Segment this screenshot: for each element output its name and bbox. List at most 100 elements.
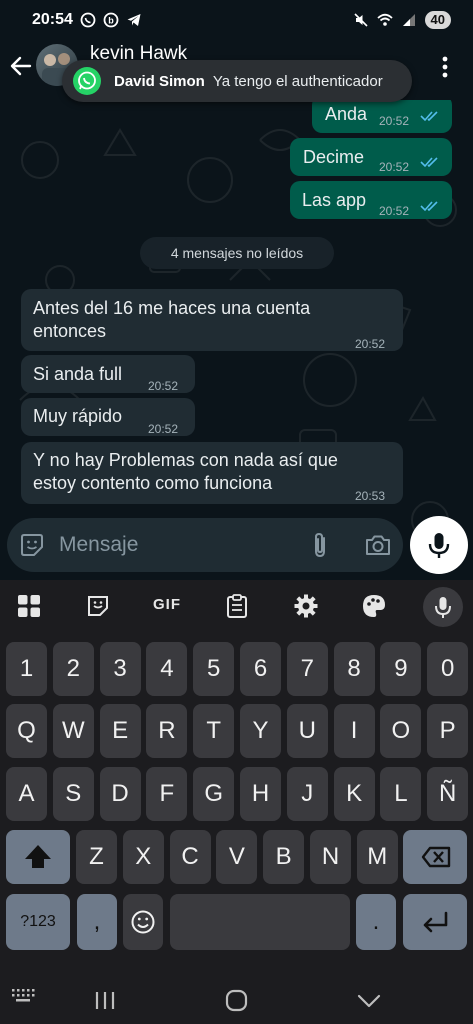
message-time: 20:52 [148, 422, 179, 436]
letter-key[interactable]: K [333, 767, 375, 821]
letter-key[interactable]: T [193, 704, 235, 758]
letter-key[interactable]: U [286, 704, 328, 758]
clipboard-icon[interactable] [224, 593, 250, 619]
number-key[interactable]: 0 [427, 642, 469, 696]
chat-area[interactable]: Anda 20:52 Decime 20:52 Las app 20:52 4 … [0, 100, 473, 580]
b-app-notification-icon: b [103, 12, 119, 28]
letter-key[interactable]: W [52, 704, 94, 758]
keyboard-voice-input-button[interactable] [423, 587, 463, 627]
gif-button[interactable]: GIF [153, 596, 181, 613]
outgoing-message[interactable]: Las app 20:52 [290, 181, 452, 219]
theme-palette-icon[interactable] [361, 593, 387, 619]
enter-arrow-icon [423, 911, 448, 933]
camera-icon[interactable] [364, 532, 392, 558]
number-key[interactable]: 3 [99, 642, 141, 696]
letter-key[interactable]: F [146, 767, 188, 821]
message-text: Decime [303, 147, 365, 167]
home-icon[interactable] [224, 988, 250, 1014]
period-key[interactable]: . [356, 894, 396, 950]
incoming-message[interactable]: Si anda full 20:52 [21, 355, 195, 393]
battery-level: 40 [424, 11, 451, 29]
number-key[interactable]: 4 [146, 642, 188, 696]
message-time: 20:52 [355, 337, 386, 351]
svg-text:b: b [108, 16, 114, 26]
message-text: Muy rápido [33, 406, 123, 426]
on-screen-keyboard: GIF 1234567890 QWERTYUIOP ASDFGHJKLÑ ZXC… [0, 580, 473, 978]
notification-toast[interactable]: David Simon Ya tengo el authenticador [62, 60, 412, 102]
letter-key[interactable]: S [52, 767, 94, 821]
more-options-icon[interactable] [436, 54, 454, 80]
letter-key[interactable]: R [146, 704, 188, 758]
message-text-line1: Antes del 16 me haces una cuenta [33, 298, 311, 318]
back-chevron-icon[interactable] [356, 988, 382, 1014]
letter-key[interactable]: O [380, 704, 422, 758]
toast-sender: David Simon [114, 72, 205, 90]
message-text: Las app [302, 190, 367, 210]
message-time: 20:52 [148, 379, 179, 393]
number-key[interactable]: 9 [380, 642, 422, 696]
letter-key[interactable]: P [427, 704, 469, 758]
letter-key[interactable]: V [216, 830, 258, 884]
letter-key[interactable]: Q [6, 704, 47, 758]
signal-icon [402, 14, 415, 26]
letter-key[interactable]: X [122, 830, 164, 884]
attach-clip-icon[interactable] [309, 531, 331, 559]
letter-key[interactable]: Ñ [427, 767, 469, 821]
letter-key[interactable]: Z [76, 830, 117, 884]
number-key[interactable]: 5 [193, 642, 235, 696]
number-key[interactable]: 2 [52, 642, 94, 696]
sticker-emoji-icon[interactable] [19, 532, 45, 558]
message-text-line2: entonces [33, 321, 107, 341]
letter-key[interactable]: E [99, 704, 141, 758]
letter-key[interactable]: D [99, 767, 141, 821]
letter-key[interactable]: C [169, 830, 211, 884]
telegram-notification-icon [127, 14, 141, 26]
recent-apps-icon[interactable] [92, 988, 118, 1014]
letter-key[interactable]: G [193, 767, 235, 821]
letter-key[interactable]: N [310, 830, 351, 884]
toast-text: Ya tengo el authenticador [212, 72, 383, 90]
letter-key[interactable]: Y [240, 704, 281, 758]
mute-icon [353, 13, 368, 27]
message-time: 20:52 [379, 204, 410, 218]
keyboard-switch-icon[interactable] [10, 986, 36, 1004]
number-key[interactable]: 1 [6, 642, 47, 696]
message-input[interactable]: Mensaje [59, 533, 138, 557]
outgoing-message[interactable]: Anda 20:52 [312, 100, 452, 133]
back-arrow-icon[interactable] [8, 53, 34, 79]
sticker-icon[interactable] [85, 593, 111, 619]
letter-key[interactable]: I [333, 704, 375, 758]
number-key[interactable]: 7 [286, 642, 328, 696]
letter-key[interactable]: M [356, 830, 398, 884]
message-text: Anda [325, 104, 368, 124]
message-text-line2: estoy contento como funciona [33, 473, 273, 493]
backspace-icon [421, 846, 451, 868]
enter-key[interactable] [403, 894, 467, 950]
message-composer[interactable]: Mensaje [7, 518, 403, 572]
incoming-message[interactable]: Y no hay Problemas con nada así que esto… [21, 442, 403, 504]
incoming-message[interactable]: Antes del 16 me haces una cuenta entonce… [21, 289, 403, 351]
comma-key[interactable]: , [77, 894, 117, 950]
smiley-icon [131, 910, 155, 934]
space-key[interactable] [170, 894, 350, 950]
backspace-key[interactable] [403, 830, 467, 884]
incoming-message[interactable]: Muy rápido 20:52 [21, 398, 195, 436]
message-time: 20:52 [379, 114, 410, 128]
letter-key[interactable]: B [263, 830, 305, 884]
apps-grid-icon[interactable] [16, 593, 42, 619]
shift-key[interactable] [6, 830, 70, 884]
emoji-key[interactable] [123, 894, 163, 950]
symbols-key[interactable]: ?123 [6, 894, 70, 950]
read-double-check-icon [420, 157, 438, 168]
voice-record-button[interactable] [410, 516, 468, 574]
letter-key[interactable]: H [240, 767, 281, 821]
letter-key[interactable]: L [380, 767, 422, 821]
settings-gear-icon[interactable] [293, 593, 319, 619]
number-key[interactable]: 6 [240, 642, 281, 696]
letter-key[interactable]: J [286, 767, 328, 821]
message-text: Si anda full [33, 364, 123, 384]
letter-key[interactable]: A [6, 767, 47, 821]
system-navigation-bar [0, 978, 473, 1024]
outgoing-message[interactable]: Decime 20:52 [290, 138, 452, 176]
number-key[interactable]: 8 [333, 642, 375, 696]
